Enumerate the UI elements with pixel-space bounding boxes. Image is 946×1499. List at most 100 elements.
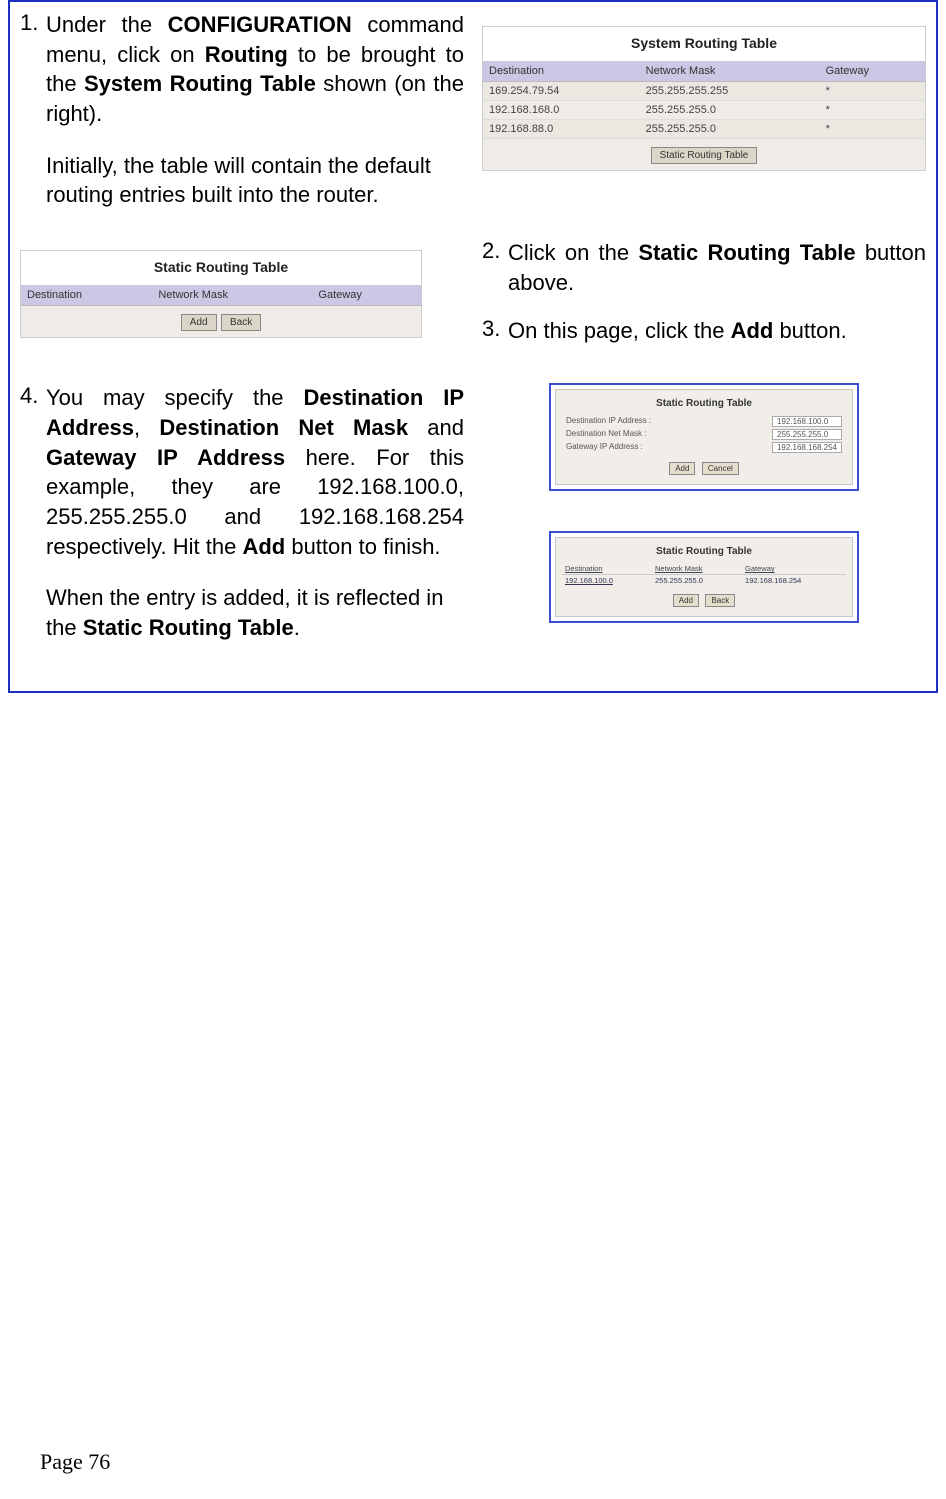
step-1-text-a: Under the — [46, 12, 168, 37]
static-routing-form-shot: Static Routing Table Destination IP Addr… — [549, 383, 859, 491]
gateway-ip-label: Gateway IP Address : — [566, 442, 772, 453]
step-4-after-b: Static Routing Table — [83, 615, 294, 640]
shot3-inner: Static Routing Table Destination IP Addr… — [555, 389, 853, 485]
shot4-h2: Gateway — [742, 563, 846, 575]
col-right-2: 2. Click on the Static Routing Table but… — [482, 238, 926, 363]
step-4-text-c: and — [408, 415, 464, 440]
static-routing-empty-shot: Static Routing Table Destination Network… — [20, 250, 422, 338]
shot2-button-row: Add Back — [21, 306, 421, 337]
step-1-bold-b: Routing — [205, 42, 288, 67]
shot1-button-row: Static Routing Table — [483, 139, 925, 170]
step-4-bold-c: Gateway IP Address — [46, 445, 285, 470]
step-1-bold-c: System Routing Table — [84, 71, 316, 96]
cell: * — [820, 120, 925, 139]
cell[interactable]: 192.168.100.0 — [562, 575, 652, 587]
step-3-num: 3. — [482, 316, 508, 346]
cancel-button[interactable]: Cancel — [702, 462, 739, 475]
table-row: 192.168.88.0 255.255.255.0 * — [483, 120, 925, 139]
add-button[interactable]: Add — [181, 314, 217, 331]
shot1-header-row: Destination Network Mask Gateway — [483, 61, 925, 82]
shot3-title: Static Routing Table — [562, 394, 846, 415]
page: 1. Under the CONFIGURATION command menu,… — [0, 0, 946, 1499]
cell: * — [820, 101, 925, 120]
field-row: Destination Net Mask : 255.255.255.0 — [562, 428, 846, 441]
shot4-title: Static Routing Table — [562, 542, 846, 563]
cell: 192.168.168.254 — [742, 575, 846, 587]
step-3-body: On this page, click the Add button. — [508, 316, 847, 346]
cell: 192.168.168.0 — [483, 101, 640, 120]
table-row: 192.168.100.0 255.255.255.0 192.168.168.… — [562, 575, 846, 587]
row-1: 1. Under the CONFIGURATION command menu,… — [20, 10, 926, 228]
step-4-text-b: , — [134, 415, 159, 440]
back-button[interactable]: Back — [221, 314, 261, 331]
shot1-table: Destination Network Mask Gateway 169.254… — [483, 61, 925, 139]
step-2: 2. Click on the Static Routing Table but… — [482, 238, 926, 297]
step-3-text-a: On this page, click the — [508, 318, 731, 343]
static-routing-table-button[interactable]: Static Routing Table — [651, 147, 758, 164]
content-box: 1. Under the CONFIGURATION command menu,… — [8, 0, 938, 693]
row-3: 4. You may specify the Destination IP Ad… — [20, 383, 926, 661]
step-4-after: When the entry is added, it is reflected… — [46, 583, 464, 642]
shot2-h2: Gateway — [312, 285, 421, 306]
shot3-button-row: Add Cancel — [562, 454, 846, 476]
step-4-after-c: . — [294, 615, 300, 640]
step-1: 1. Under the CONFIGURATION command menu,… — [20, 10, 464, 210]
step-4-text-e: button to finish. — [285, 534, 440, 559]
cell: 255.255.255.0 — [652, 575, 742, 587]
shot4-table: Destination Network Mask Gateway 192.168… — [562, 563, 846, 586]
add-button[interactable]: Add — [673, 594, 699, 607]
shot4-button-row: Add Back — [562, 586, 846, 608]
dest-mask-input[interactable]: 255.255.255.0 — [772, 429, 842, 440]
row-2: Static Routing Table Destination Network… — [20, 238, 926, 363]
step-2-bold-a: Static Routing Table — [638, 240, 855, 265]
dest-mask-label: Destination Net Mask : — [566, 429, 772, 440]
step-4-text-a: You may specify the — [46, 385, 303, 410]
step-3-bold-a: Add — [731, 318, 774, 343]
cell: 255.255.255.0 — [640, 120, 820, 139]
step-3-text-b: button. — [773, 318, 846, 343]
shot2-header-row: Destination Network Mask Gateway — [21, 285, 421, 306]
cell: 169.254.79.54 — [483, 82, 640, 101]
dest-ip-label: Destination IP Address : — [566, 416, 772, 427]
page-number: Page 76 — [40, 1449, 110, 1475]
step-4: 4. You may specify the Destination IP Ad… — [20, 383, 464, 643]
step-2-text-a: Click on the — [508, 240, 638, 265]
shot2-table: Destination Network Mask Gateway — [21, 285, 421, 306]
step-4-body: You may specify the Destination IP Addre… — [46, 383, 464, 643]
shot4-h0: Destination — [562, 563, 652, 575]
step-1-num: 1. — [20, 10, 46, 210]
shot1-title: System Routing Table — [483, 27, 925, 61]
col-left-1: 1. Under the CONFIGURATION command menu,… — [20, 10, 464, 228]
dest-ip-input[interactable]: 192.168.100.0 — [772, 416, 842, 427]
table-row: 169.254.79.54 255.255.255.255 * — [483, 82, 925, 101]
step-1-body: Under the CONFIGURATION command menu, cl… — [46, 10, 464, 210]
step-4-bold-d: Add — [242, 534, 285, 559]
shot1-h0: Destination — [483, 61, 640, 82]
shot4-inner: Static Routing Table Destination Network… — [555, 537, 853, 617]
gateway-ip-input[interactable]: 192.168.168.254 — [772, 442, 842, 453]
step-4-num: 4. — [20, 383, 46, 643]
step-1-bold-a: CONFIGURATION — [168, 12, 352, 37]
table-row: 192.168.168.0 255.255.255.0 * — [483, 101, 925, 120]
cell: 255.255.255.0 — [640, 101, 820, 120]
col-left-3: 4. You may specify the Destination IP Ad… — [20, 383, 464, 661]
shot4-header-row: Destination Network Mask Gateway — [562, 563, 846, 575]
system-routing-table-shot: System Routing Table Destination Network… — [482, 26, 926, 171]
field-row: Gateway IP Address : 192.168.168.254 — [562, 441, 846, 454]
step-1-after: Initially, the table will contain the de… — [46, 151, 464, 210]
shot1-h1: Network Mask — [640, 61, 820, 82]
col-right-3: Static Routing Table Destination IP Addr… — [482, 383, 926, 661]
static-routing-result-shot: Static Routing Table Destination Network… — [549, 531, 859, 623]
shot2-title: Static Routing Table — [21, 251, 421, 285]
add-button[interactable]: Add — [669, 462, 695, 475]
step-2-body: Click on the Static Routing Table button… — [508, 238, 926, 297]
back-button[interactable]: Back — [705, 594, 735, 607]
field-row: Destination IP Address : 192.168.100.0 — [562, 415, 846, 428]
cell: * — [820, 82, 925, 101]
shot4-h1: Network Mask — [652, 563, 742, 575]
step-2-num: 2. — [482, 238, 508, 297]
shot2-h0: Destination — [21, 285, 152, 306]
cell: 192.168.88.0 — [483, 120, 640, 139]
step-4-bold-b: Destination Net Mask — [159, 415, 408, 440]
cell: 255.255.255.255 — [640, 82, 820, 101]
